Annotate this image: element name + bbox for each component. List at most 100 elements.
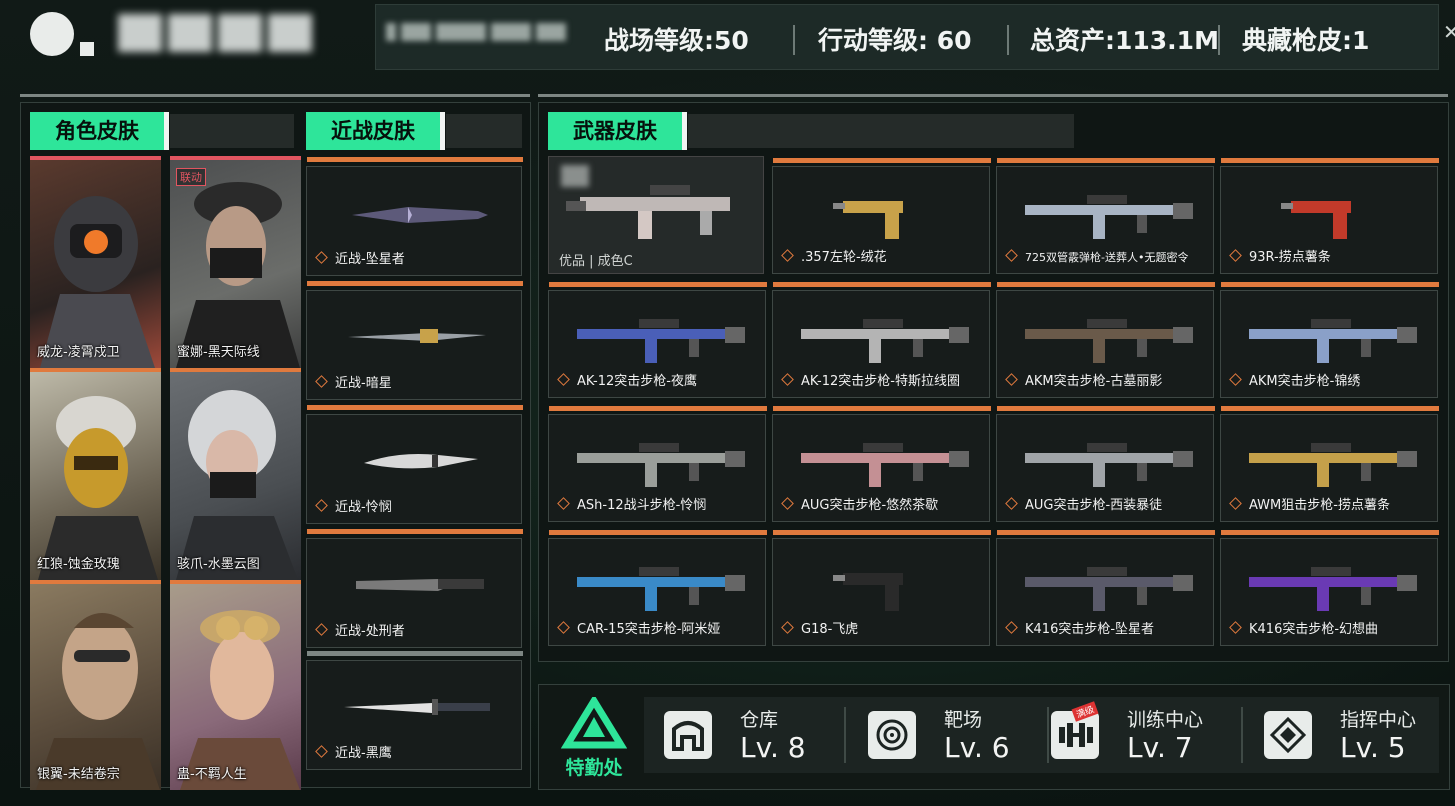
- weapon-image: [1249, 567, 1417, 611]
- rarity-bar: [549, 282, 767, 287]
- facility-label: 仓库: [740, 709, 779, 731]
- character-card[interactable]: 红狼-蚀金玫瑰: [30, 368, 161, 580]
- facility-level: Lv. 6: [944, 731, 1010, 764]
- rarity-diamond-icon: [557, 373, 570, 386]
- rarity-diamond-icon: [557, 497, 570, 510]
- weapon-name: CAR-15突击步枪-阿米娅: [557, 618, 720, 637]
- weapon-card[interactable]: AKM突击步枪-锦绣: [1220, 282, 1439, 398]
- weapon-name: K416突击步枪-幻想曲: [1229, 618, 1378, 637]
- character-name: 蛊-不羁人生: [177, 767, 247, 782]
- weapon-card[interactable]: 93R-捞点薯条: [1220, 158, 1439, 274]
- melee-name: 近战-怜悯: [315, 496, 392, 515]
- weapon-name: G18-飞虎: [781, 618, 858, 637]
- close-icon[interactable]: ✕: [1443, 20, 1455, 44]
- character-card[interactable]: 联动 蜜娜-黑天际线: [170, 156, 301, 368]
- weapon-card[interactable]: AK-12突击步枪-夜鹰: [548, 282, 767, 398]
- section-tail: [446, 114, 522, 148]
- rarity-bar: [997, 530, 1215, 535]
- weapon-card[interactable]: K416突击步枪-幻想曲: [1220, 530, 1439, 646]
- facility-level: Lv. 8: [740, 731, 806, 764]
- melee-name: 近战-黑鹰: [315, 742, 392, 761]
- weapon-card[interactable]: AUG突击步枪-西装暴徒: [996, 406, 1215, 522]
- panel-topline: [538, 94, 1448, 97]
- divider: [844, 707, 846, 763]
- facility-level: Lv. 5: [1340, 731, 1406, 764]
- player-name-blurred: [118, 14, 338, 54]
- weapon-name: AUG突击步枪-西装暴徒: [1005, 494, 1162, 513]
- stat-collection-skins: 典藏枪皮:1: [1242, 26, 1370, 55]
- character-card[interactable]: 银翼-未结卷宗: [30, 580, 161, 790]
- melee-card[interactable]: 近战-坠星者: [306, 157, 523, 276]
- stat-battlefield-level: 战场等级:50: [604, 26, 749, 55]
- rarity-bar: [1221, 282, 1439, 287]
- character-name: 蜜娜-黑天际线: [177, 345, 260, 360]
- featured-weapon-card[interactable]: 优品 | 成色C: [548, 156, 764, 274]
- melee-card[interactable]: 近战-怜悯: [306, 405, 523, 524]
- weapon-image: [577, 567, 745, 611]
- melee-card[interactable]: 近战-黑鹰: [306, 651, 523, 770]
- rarity-diamond-icon: [1005, 373, 1018, 386]
- weapon-image: [1025, 567, 1193, 611]
- weapon-card[interactable]: AUG突击步枪-悠然茶歇: [772, 406, 991, 522]
- rarity-bar: [1221, 158, 1439, 163]
- rarity-diamond-icon: [1005, 497, 1018, 510]
- weapon-card[interactable]: G18-飞虎: [772, 530, 991, 646]
- section-tail: [688, 114, 1074, 148]
- weapon-image: [577, 443, 745, 487]
- warehouse-icon: [664, 711, 712, 759]
- weapon-card[interactable]: K416突击步枪-坠星者: [996, 530, 1215, 646]
- weapon-card[interactable]: ASh-12战斗步枪-怜悯: [548, 406, 767, 522]
- rarity-diamond-icon: [1229, 497, 1242, 510]
- tri-logo-icon: [560, 694, 628, 749]
- rarity-bar: [307, 651, 523, 656]
- rarity-diamond-icon: [315, 499, 328, 512]
- character-card[interactable]: 威龙-凌霄戍卫: [30, 156, 161, 368]
- character-art: [176, 182, 300, 368]
- section-title-character: 角色皮肤: [30, 112, 164, 150]
- character-card[interactable]: 骇爪-水墨云图: [170, 368, 301, 580]
- weapon-name: AKM突击步枪-锦绣: [1229, 370, 1360, 389]
- weapon-image: [1025, 319, 1193, 363]
- weapon-card[interactable]: AWM狙击步枪-捞点薯条: [1220, 406, 1439, 522]
- rarity-diamond-icon: [1005, 621, 1018, 634]
- weapon-card[interactable]: AKM突击步枪-古墓丽影: [996, 282, 1215, 398]
- character-art: [40, 196, 155, 368]
- melee-name: 近战-坠星者: [315, 248, 405, 267]
- rarity-bar: [773, 158, 991, 163]
- rarity-diamond-icon: [315, 623, 328, 636]
- melee-image: [352, 207, 488, 223]
- weapon-image: [833, 573, 903, 611]
- weapon-image: [1249, 443, 1417, 487]
- rarity-diamond-icon: [315, 251, 328, 264]
- weapon-name: AK-12突击步枪-特斯拉线圈: [781, 370, 960, 389]
- weapon-name: AK-12突击步枪-夜鹰: [557, 370, 697, 389]
- weapon-card[interactable]: .357左轮-绒花: [772, 158, 991, 274]
- weapon-card[interactable]: 725双管霰弹枪-送葬人•无题密令: [996, 158, 1215, 274]
- weapon-image: [577, 319, 745, 363]
- rarity-bar: [997, 158, 1215, 163]
- melee-card[interactable]: 近战-处刑者: [306, 529, 523, 648]
- facility-range[interactable]: 靶场 Lv. 6: [856, 703, 1046, 767]
- rarity-diamond-icon: [1229, 249, 1242, 262]
- weapon-card[interactable]: CAR-15突击步枪-阿米娅: [548, 530, 767, 646]
- character-art: [36, 613, 160, 790]
- weapon-image: [1025, 195, 1193, 239]
- stat-total-assets: 总资产:113.1M: [1030, 26, 1219, 55]
- weapon-image: [833, 201, 903, 239]
- rarity-bar: [997, 282, 1215, 287]
- melee-image: [344, 699, 490, 715]
- rarity-diamond-icon: [1229, 621, 1242, 634]
- facility-warehouse[interactable]: 仓库 Lv. 8: [652, 703, 842, 767]
- facility-command[interactable]: 指挥中心 Lv. 5: [1252, 703, 1442, 767]
- facility-training[interactable]: 满级 训练中心 Lv. 7: [1039, 701, 1229, 767]
- rarity-bar: [997, 406, 1215, 411]
- melee-card[interactable]: 近战-暗星: [306, 281, 523, 400]
- weapon-card[interactable]: AK-12突击步枪-特斯拉线圈: [772, 282, 991, 398]
- character-card[interactable]: 蛊-不羁人生: [170, 580, 301, 790]
- rarity-diamond-icon: [781, 373, 794, 386]
- character-name: 威龙-凌霄戍卫: [37, 345, 120, 360]
- rarity-bar: [1221, 406, 1439, 411]
- section-title-weapon: 武器皮肤: [548, 112, 682, 150]
- melee-name: 近战-处刑者: [315, 620, 405, 639]
- divider: [1241, 707, 1243, 763]
